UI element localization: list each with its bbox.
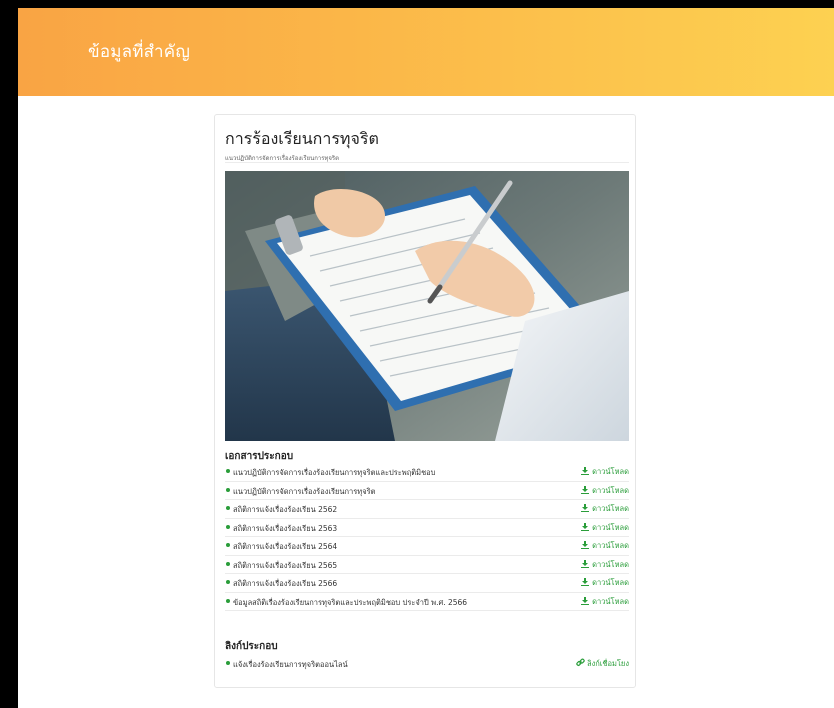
download-icon [581,504,590,512]
external-link-button[interactable]: ลิงก์เชื่อมโยง [576,658,629,670]
document-label: แนวปฏิบัติการจัดการเรื่องร้องเรียนการทุจ… [233,486,376,496]
download-button[interactable]: ดาวน์โหลด [581,540,629,552]
bullet-icon [226,598,230,603]
document-label: สถิติการแจ้งเรื่องร้องเรียน 2562 [233,505,338,514]
bullet-icon [226,469,230,473]
download-icon [581,467,590,475]
links-list: แจ้งเรื่องร้องเรียนการทุจริตออนไลน์ ลิงก… [225,655,629,673]
list-item: แจ้งเรื่องร้องเรียนการทุจริตออนไลน์ ลิงก… [225,655,629,673]
bullet-icon [226,580,230,584]
download-button[interactable]: ดาวน์โหลด [581,596,629,608]
clipboard-writing-photo [225,171,629,441]
download-icon [581,596,590,605]
download-icon [581,485,590,494]
document-label: สถิติการแจ้งเรื่องร้องเรียน 2565 [233,560,338,570]
documents-list: แนวปฏิบัติการจัดการเรื่องร้องเรียนการทุจ… [225,463,629,611]
link-label: ลิงก์เชื่อมโยง [587,659,629,668]
download-label: ดาวน์โหลด [592,504,629,513]
divider [225,162,629,163]
download-button[interactable]: ดาวน์โหลด [581,522,629,534]
documents-heading: เอกสารประกอบ [225,451,294,462]
bullet-icon [226,524,230,529]
list-item: แนวปฏิบัติการจัดการเรื่องร้องเรียนการทุจ… [225,463,629,482]
download-icon [581,522,590,531]
download-label: ดาวน์โหลด [592,578,629,587]
list-item: สถิติการแจ้งเรื่องร้องเรียน 2566 ดาวน์โห… [225,574,629,593]
download-label: ดาวน์โหลด [592,541,629,550]
document-label: แนวปฏิบัติการจัดการเรื่องร้องเรียนการทุจ… [233,468,436,477]
list-item: สถิติการแจ้งเรื่องร้องเรียน 2562 ดาวน์โห… [225,500,629,519]
bullet-icon [226,661,230,665]
page-frame: ข้อมูลที่สำคัญ การร้องเรียนการทุจริต แนว… [18,8,834,708]
document-label: สถิติการแจ้งเรื่องร้องเรียน 2566 [233,579,338,588]
links-heading: ลิงก์ประกอบ [225,641,278,652]
list-item: สถิติการแจ้งเรื่องร้องเรียน 2565 ดาวน์โห… [225,556,629,574]
list-item: สถิติการแจ้งเรื่องร้องเรียน 2563 ดาวน์โห… [225,519,629,537]
document-label: สถิติการแจ้งเรื่องร้องเรียน 2564 [233,542,338,551]
download-label: ดาวน์โหลด [592,467,629,476]
download-button[interactable]: ดาวน์โหลด [581,559,629,571]
download-label: ดาวน์โหลด [592,596,629,606]
bullet-icon [226,561,230,566]
bullet-icon [226,506,230,510]
document-label: สถิติการแจ้งเรื่องร้องเรียน 2563 [233,523,338,533]
download-icon [581,578,590,586]
link-item-label: แจ้งเรื่องร้องเรียนการทุจริตออนไลน์ [233,660,348,669]
bullet-icon [226,487,230,492]
chain-link-icon [576,658,585,666]
download-label: ดาวน์โหลด [592,522,629,532]
download-button[interactable]: ดาวน์โหลด [581,577,629,589]
list-item: สถิติการแจ้งเรื่องร้องเรียน 2564 ดาวน์โห… [225,537,629,556]
download-button[interactable]: ดาวน์โหลด [581,503,629,515]
download-label: ดาวน์โหลด [592,485,629,495]
page-banner: ข้อมูลที่สำคัญ [18,8,834,96]
download-icon [581,559,590,568]
download-label: ดาวน์โหลด [592,559,629,569]
download-button[interactable]: ดาวน์โหลด [581,485,629,497]
download-icon [581,541,590,549]
content-card: การร้องเรียนการทุจริต แนวปฏิบัติการจัดกา… [214,114,636,688]
download-button[interactable]: ดาวน์โหลด [581,466,629,478]
list-item: แนวปฏิบัติการจัดการเรื่องร้องเรียนการทุจ… [225,482,629,500]
list-item: ข้อมูลสถิติเรื่องร้องเรียนการทุจริตและปร… [225,593,629,611]
card-title: การร้องเรียนการทุจริต [225,129,379,148]
banner-title: ข้อมูลที่สำคัญ [88,42,191,62]
bullet-icon [226,543,230,547]
document-label: ข้อมูลสถิติเรื่องร้องเรียนการทุจริตและปร… [233,597,468,607]
